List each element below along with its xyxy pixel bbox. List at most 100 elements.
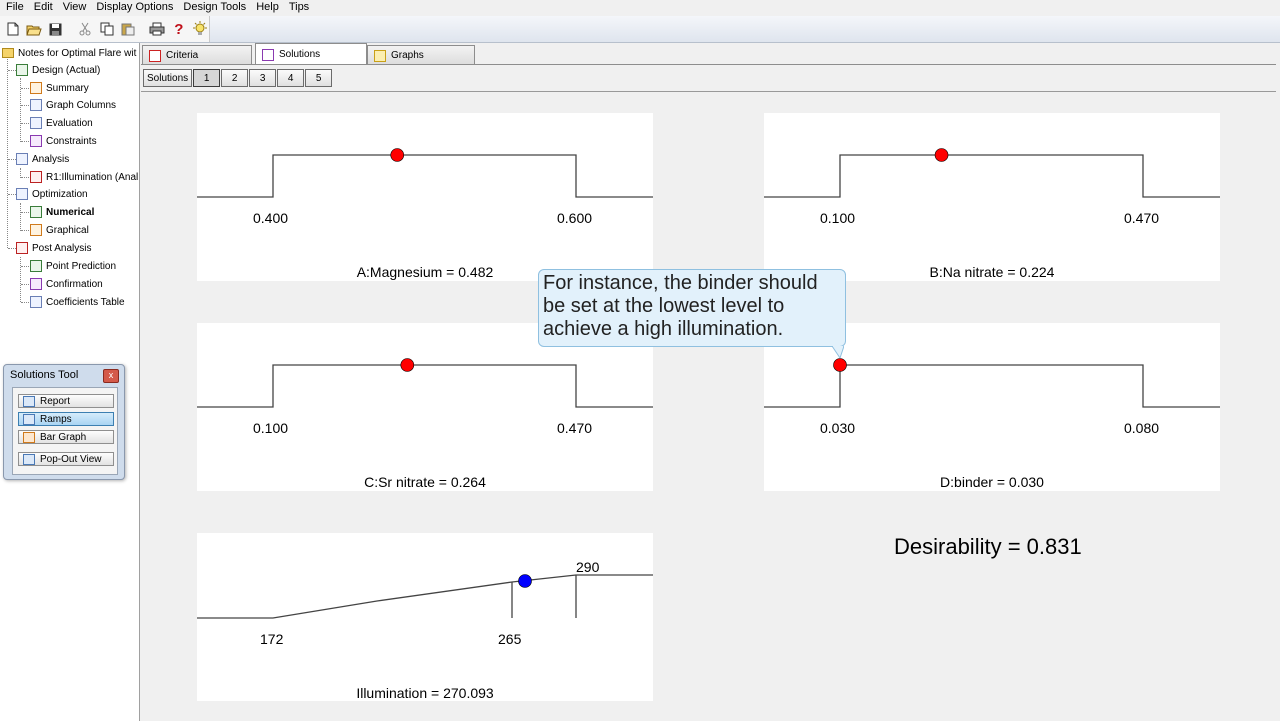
- menu-file[interactable]: File: [0, 0, 29, 14]
- toolbar: ?: [0, 16, 1280, 43]
- tree-item-label: Graph Columns: [46, 99, 117, 111]
- tree-item-optimization[interactable]: Optimization: [16, 186, 88, 202]
- analysis-icon: [16, 153, 28, 165]
- tree-item-graphical[interactable]: Graphical: [30, 222, 89, 238]
- solution-tab-1[interactable]: 1: [193, 69, 221, 87]
- print-icon[interactable]: [149, 20, 167, 38]
- optimization-icon: [16, 188, 28, 200]
- illumination-value-dot[interactable]: [518, 574, 532, 588]
- copy-icon[interactable]: [98, 20, 116, 38]
- tree-item-label: Summary: [46, 82, 89, 94]
- graph-columns-icon: [30, 99, 42, 111]
- tree-item-evaluation[interactable]: Evaluation: [30, 115, 93, 131]
- tree-item-constraints[interactable]: Constraints: [30, 133, 97, 149]
- tab-criteria[interactable]: Criteria: [142, 45, 252, 65]
- solution-tab-2[interactable]: 2: [221, 69, 249, 87]
- report-button[interactable]: Report: [18, 394, 114, 408]
- tree-item-design[interactable]: Design (Actual): [16, 62, 100, 78]
- numerical-icon: [30, 206, 42, 218]
- ramp-low-label: 0.030: [820, 420, 856, 436]
- help-icon[interactable]: ?: [170, 20, 188, 38]
- tree-item-analysis[interactable]: Analysis: [16, 151, 69, 167]
- close-icon[interactable]: x: [103, 369, 119, 383]
- solutions-label: Solutions: [143, 69, 193, 87]
- bar-graph-button[interactable]: Bar Graph: [18, 430, 114, 444]
- save-icon[interactable]: [47, 20, 65, 38]
- tree-item-r1-illumination[interactable]: R1:Illumination (Anal: [30, 169, 138, 185]
- tree-item-label: Optimization: [32, 188, 88, 200]
- solution-tab-3[interactable]: 3: [249, 69, 277, 87]
- tree-root-label: Notes for Optimal Flare wit: [18, 47, 137, 59]
- evaluation-magnifier-icon: [30, 117, 42, 129]
- solution-tab-4[interactable]: 4: [277, 69, 305, 87]
- tab-criteria-label: Criteria: [166, 50, 199, 61]
- menu-bar: File Edit View Display Options Design To…: [0, 0, 1280, 14]
- ramp-high-label: 0.600: [557, 210, 593, 226]
- tree-item-numerical[interactable]: Numerical: [30, 204, 94, 220]
- solutions-icon: [262, 48, 274, 61]
- ramp-high-label: 0.080: [1124, 420, 1160, 436]
- design-grid-icon: [16, 64, 28, 76]
- ramp-value-dot[interactable]: [934, 148, 949, 162]
- tip-callout: For instance, the binder should be set a…: [538, 269, 846, 347]
- confirmation-icon: [30, 278, 42, 290]
- ramp-low-label: 0.100: [253, 420, 289, 436]
- paste-icon[interactable]: [119, 20, 137, 38]
- menu-display-options[interactable]: Display Options: [91, 0, 178, 14]
- point-prediction-icon: [30, 260, 42, 272]
- ramp-low-label: 0.400: [253, 210, 289, 226]
- cut-icon[interactable]: [76, 20, 94, 38]
- tab-graphs[interactable]: Graphs: [367, 45, 475, 65]
- illumination-high-label: 290: [576, 559, 600, 575]
- pop-out-view-button[interactable]: Pop-Out View: [18, 452, 114, 466]
- ramp-low-label: 0.100: [820, 210, 856, 226]
- illumination-target-label: 265: [498, 631, 522, 647]
- ramp-illumination: 172 265 290 Illumination = 270.093: [197, 533, 653, 701]
- solutions-tool-body: Report Ramps Bar Graph Pop-Out View: [12, 387, 118, 475]
- menu-design-tools[interactable]: Design Tools: [178, 0, 251, 14]
- tree-item-coefficients-table[interactable]: Coefficients Table: [30, 294, 125, 310]
- tree-item-point-prediction[interactable]: Point Prediction: [30, 258, 116, 274]
- ramp-title: D:binder = 0.030: [940, 474, 1044, 490]
- post-analysis-icon: [16, 242, 28, 254]
- ramps-button[interactable]: Ramps: [18, 412, 114, 426]
- criteria-icon: [149, 49, 161, 62]
- tree-item-summary[interactable]: Summary: [30, 80, 89, 96]
- pop-out-button-label: Pop-Out View: [40, 453, 102, 465]
- tree-item-confirmation[interactable]: Confirmation: [30, 276, 103, 292]
- ramp-value-dot[interactable]: [833, 358, 847, 372]
- tree-item-label: Constraints: [46, 135, 97, 147]
- menu-view[interactable]: View: [58, 0, 92, 14]
- ramp-value-dot[interactable]: [390, 148, 405, 162]
- tree-item-label: Post Analysis: [32, 242, 92, 254]
- menu-edit[interactable]: Edit: [29, 0, 58, 14]
- ramp-step-line: [764, 154, 1220, 198]
- ramp-sr-nitrate-plot: [197, 358, 653, 408]
- tree-root[interactable]: Notes for Optimal Flare wit: [2, 45, 136, 61]
- menu-tips[interactable]: Tips: [284, 0, 314, 14]
- open-folder-icon[interactable]: [26, 20, 44, 38]
- tree-item-label: Numerical: [46, 206, 95, 218]
- ramp-value-dot[interactable]: [400, 358, 415, 372]
- ramp-magnesium: 0.400 0.600 A:Magnesium = 0.482: [197, 113, 653, 281]
- menu-help[interactable]: Help: [251, 0, 284, 14]
- bar-graph-icon: [23, 431, 35, 443]
- ramp-na-nitrate-plot: [764, 148, 1220, 198]
- bar-graph-button-label: Bar Graph: [40, 431, 87, 443]
- toolbar-group: ?: [0, 16, 210, 42]
- tree-item-graph-columns[interactable]: Graph Columns: [30, 97, 116, 113]
- solution-tab-5[interactable]: 5: [305, 69, 333, 87]
- ramp-magnesium-plot: [197, 148, 653, 198]
- folder-icon: [2, 48, 14, 58]
- tree-item-post-analysis[interactable]: Post Analysis: [16, 240, 91, 256]
- report-button-label: Report: [40, 395, 71, 407]
- tip-bulb-icon[interactable]: [192, 20, 210, 38]
- tab-solutions[interactable]: Solutions: [255, 43, 367, 65]
- ramp-title: C:Sr nitrate = 0.264: [364, 474, 486, 490]
- coefficients-table-icon: [30, 296, 42, 308]
- tree-item-label: Graphical: [46, 224, 89, 236]
- solutions-tool-window[interactable]: Solutions Tool x Report Ramps Bar Graph …: [3, 364, 125, 480]
- ramp-step-line: [197, 364, 653, 408]
- new-file-icon[interactable]: [4, 20, 22, 38]
- ramp-step-line: [197, 154, 653, 198]
